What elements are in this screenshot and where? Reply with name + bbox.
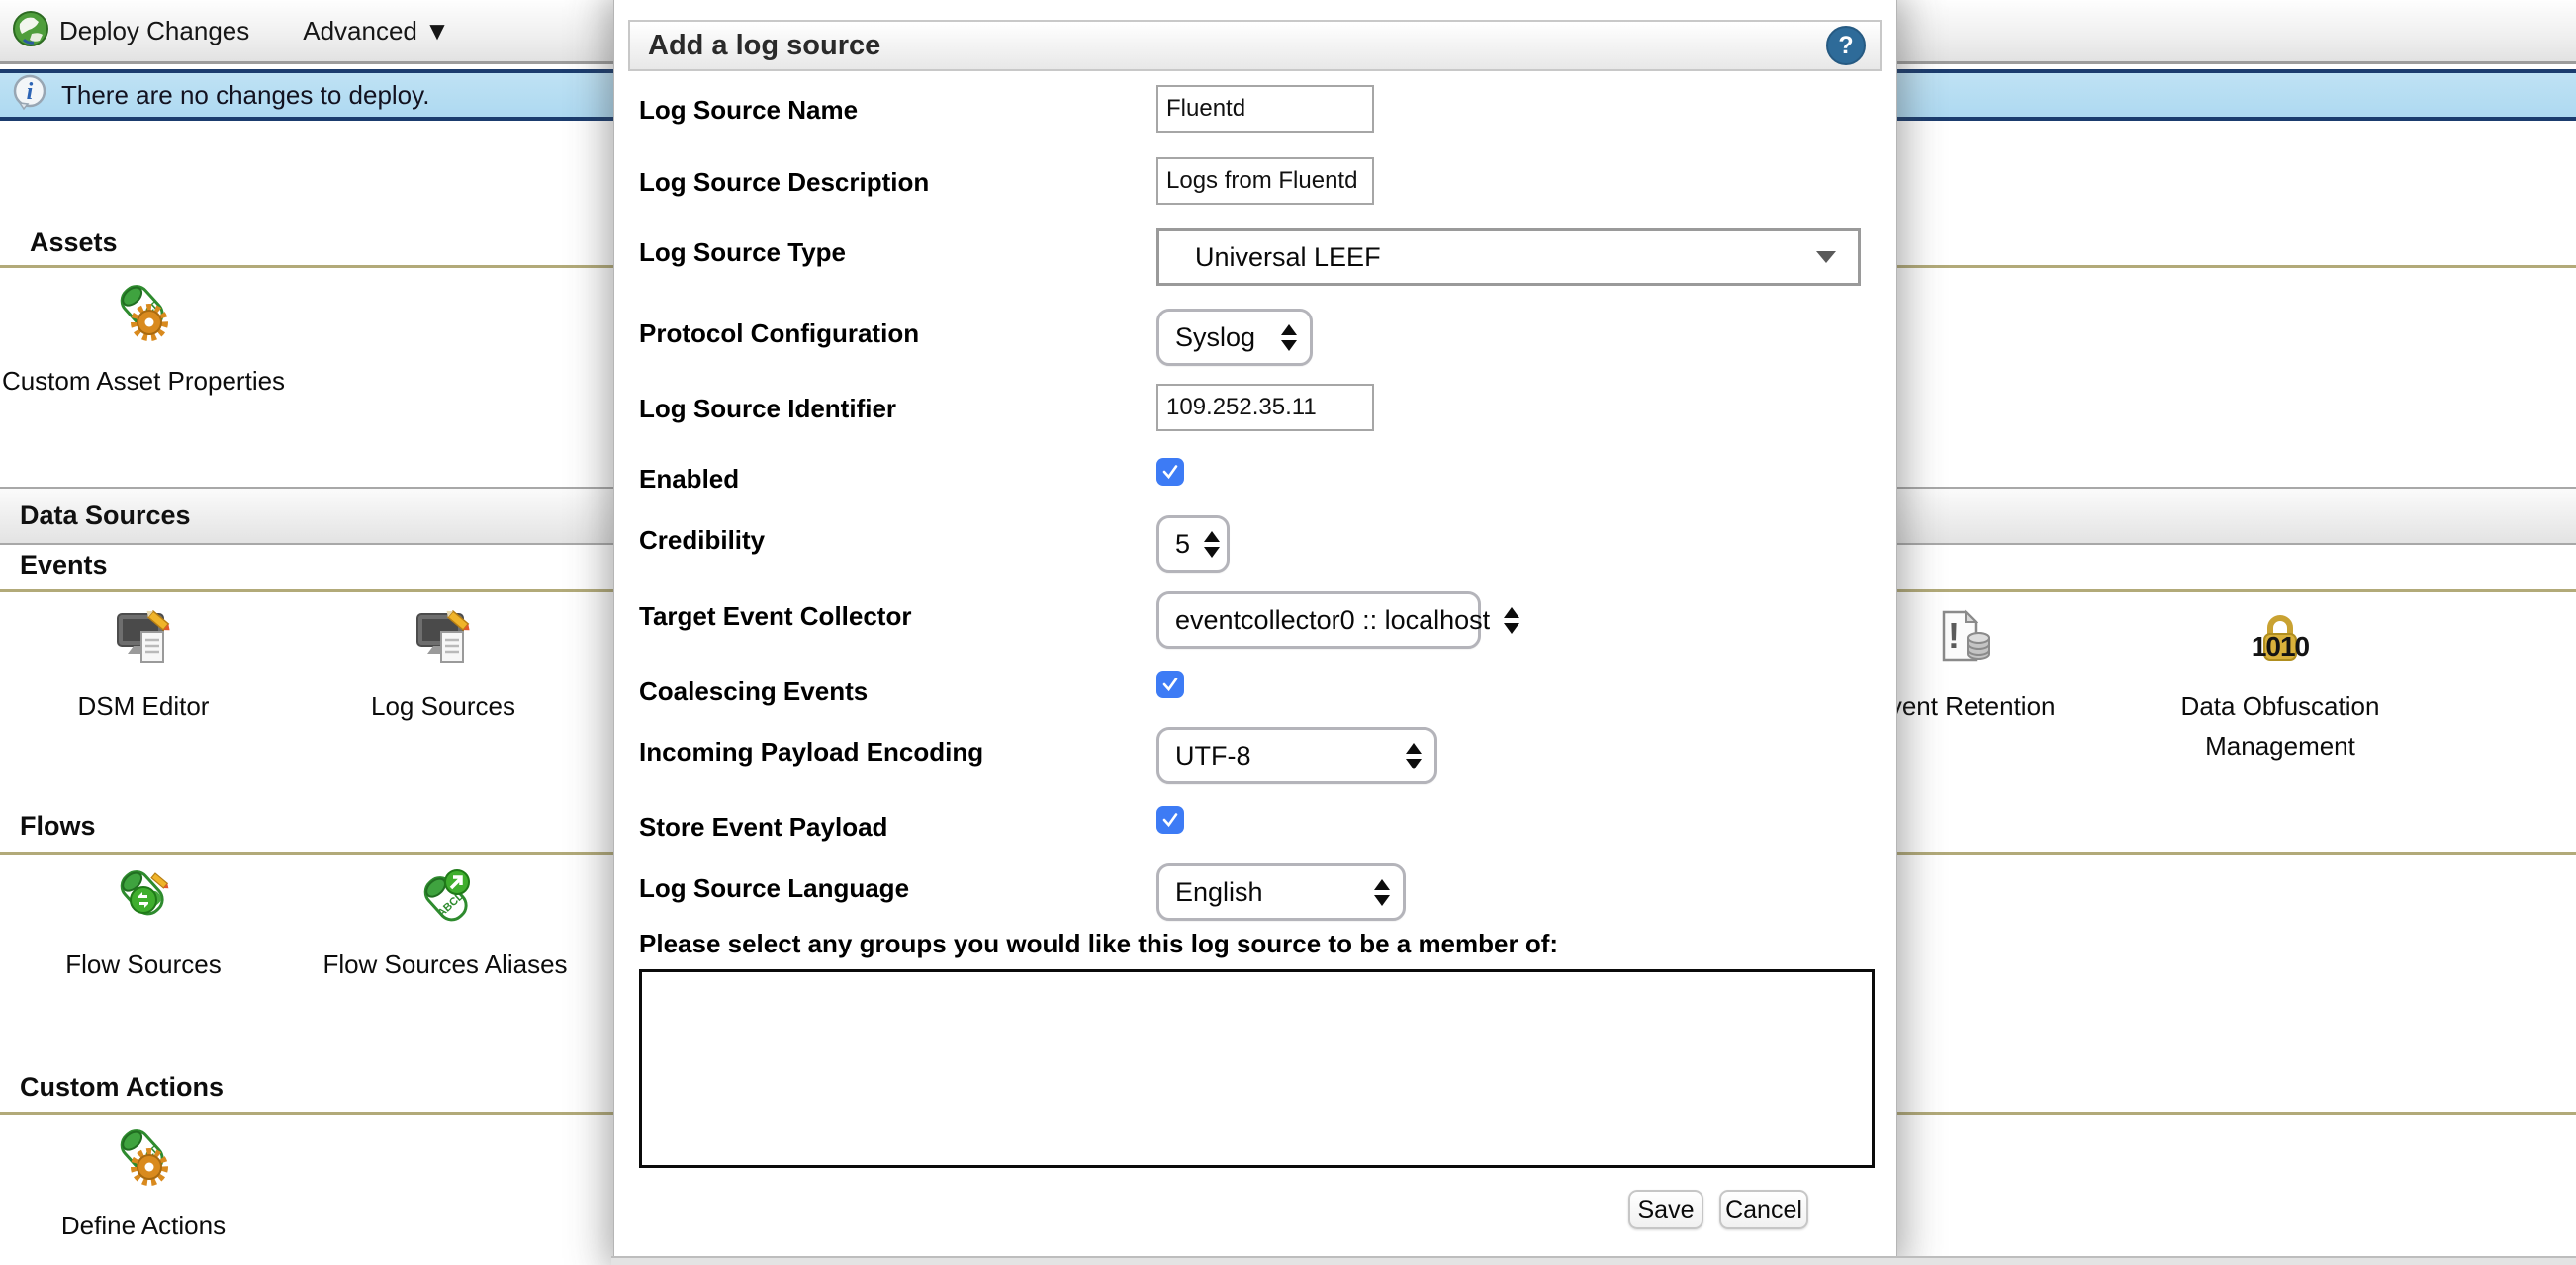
advanced-menu-button[interactable]: Advanced ▼ xyxy=(303,16,450,46)
credibility-label: Credibility xyxy=(639,525,765,555)
section-title-custom-actions: Custom Actions xyxy=(20,1072,224,1103)
banner-message: There are no changes to deploy. xyxy=(61,80,429,111)
log-source-language-value: English xyxy=(1175,877,1263,908)
binary-lock-icon: 1010 xyxy=(2127,606,2434,675)
tile-label: Flow Sources xyxy=(0,945,287,984)
log-source-identifier-input[interactable] xyxy=(1156,384,1374,431)
tile-log-sources[interactable]: Log Sources xyxy=(297,606,590,726)
bottom-edge-strip xyxy=(611,1256,2576,1265)
tile-custom-asset-properties[interactable]: ABCD Custom Asset Properties xyxy=(0,281,287,401)
section-title-assets: Assets xyxy=(30,227,118,258)
qradar-admin-screen: Deploy Changes Advanced ▼ i There are no… xyxy=(0,0,2576,1265)
select-arrows-icon xyxy=(1281,324,1297,351)
store-event-payload-checkbox[interactable] xyxy=(1156,806,1184,834)
tile-label: Custom Asset Properties xyxy=(0,361,287,401)
coalescing-events-checkbox[interactable] xyxy=(1156,671,1184,698)
target-event-collector-select[interactable]: eventcollector0 :: localhost xyxy=(1156,591,1481,649)
tile-define-actions[interactable]: ABCD Define Actions xyxy=(0,1126,287,1245)
svg-text:!: ! xyxy=(1948,615,1960,656)
log-source-description-label: Log Source Description xyxy=(639,167,929,197)
log-source-language-select[interactable]: English xyxy=(1156,863,1406,921)
select-arrows-icon xyxy=(1504,607,1519,634)
section-title-data-sources: Data Sources xyxy=(20,500,191,531)
incoming-payload-encoding-value: UTF-8 xyxy=(1175,741,1251,771)
info-bubble-icon: i xyxy=(10,73,49,118)
modal-header: Add a log source ? xyxy=(628,20,1882,71)
log-source-identifier-label: Log Source Identifier xyxy=(639,394,896,423)
tile-data-obfuscation[interactable]: 1010 Data Obfuscation Management xyxy=(2127,606,2434,767)
section-title-events: Events xyxy=(20,550,108,581)
log-source-description-input[interactable] xyxy=(1156,157,1374,205)
section-title-flows: Flows xyxy=(20,811,96,842)
credibility-select[interactable]: 5 xyxy=(1156,515,1230,573)
credibility-value: 5 xyxy=(1175,529,1190,560)
enabled-label: Enabled xyxy=(639,464,739,494)
target-event-collector-label: Target Event Collector xyxy=(639,601,911,631)
select-arrows-icon xyxy=(1406,743,1422,769)
log-source-type-label: Log Source Type xyxy=(639,237,846,267)
protocol-configuration-label: Protocol Configuration xyxy=(639,318,919,348)
svg-text:1010: 1010 xyxy=(2252,631,2310,662)
monitor-edit-icon xyxy=(0,606,287,675)
target-event-collector-value: eventcollector0 :: localhost xyxy=(1175,605,1490,636)
chevron-down-icon xyxy=(1816,251,1836,263)
tile-label: Flow Sources Aliases xyxy=(297,945,594,984)
store-event-payload-label: Store Event Payload xyxy=(639,812,887,842)
deploy-changes-button[interactable]: Deploy Changes xyxy=(12,10,249,52)
incoming-payload-encoding-select[interactable]: UTF-8 xyxy=(1156,727,1437,784)
deploy-changes-label: Deploy Changes xyxy=(59,16,249,46)
log-source-language-label: Log Source Language xyxy=(639,873,909,903)
protocol-configuration-value: Syslog xyxy=(1175,322,1255,353)
select-arrows-icon xyxy=(1204,531,1220,558)
groups-listbox[interactable] xyxy=(639,969,1875,1168)
enabled-checkbox[interactable] xyxy=(1156,458,1184,486)
tile-flow-sources[interactable]: Flow Sources xyxy=(0,864,287,984)
checkmark-icon xyxy=(1160,675,1180,694)
tag-gear-icon: ABCD xyxy=(0,281,287,349)
tile-flow-sources-aliases[interactable]: ABCD Flow Sources Aliases xyxy=(297,864,594,984)
tile-label: Data Obfuscation Management xyxy=(2127,686,2434,767)
tag-gear-icon: ABCD xyxy=(0,1126,287,1194)
log-source-name-label: Log Source Name xyxy=(639,95,858,125)
question-mark-icon[interactable]: ? xyxy=(1826,26,1866,65)
tile-dsm-editor[interactable]: DSM Editor xyxy=(0,606,287,726)
svg-text:i: i xyxy=(27,79,34,105)
save-button[interactable]: Save xyxy=(1628,1190,1703,1229)
tile-label: Log Sources xyxy=(297,686,590,726)
add-log-source-modal: Add a log source ? Log Source Name Log S… xyxy=(613,0,1897,1265)
modal-title: Add a log source xyxy=(648,30,880,62)
log-source-type-value: Universal LEEF xyxy=(1195,242,1381,273)
globe-deploy-icon xyxy=(12,10,49,52)
protocol-configuration-select[interactable]: Syslog xyxy=(1156,309,1313,366)
tag-arrow-icon: ABCD xyxy=(297,864,594,933)
log-source-name-input[interactable] xyxy=(1156,85,1374,133)
coalescing-events-label: Coalescing Events xyxy=(639,677,868,706)
monitor-edit-icon xyxy=(297,606,590,675)
groups-prompt: Please select any groups you would like … xyxy=(639,929,1558,959)
checkmark-icon xyxy=(1160,810,1180,830)
tag-sync-pencil-icon xyxy=(0,864,287,933)
select-arrows-icon xyxy=(1374,879,1390,906)
tile-label: DSM Editor xyxy=(0,686,287,726)
tile-label: Define Actions xyxy=(0,1206,287,1245)
checkmark-icon xyxy=(1160,462,1180,482)
log-source-type-dropdown[interactable]: Universal LEEF xyxy=(1156,228,1861,286)
cancel-button[interactable]: Cancel xyxy=(1719,1190,1808,1229)
incoming-payload-encoding-label: Incoming Payload Encoding xyxy=(639,737,983,767)
